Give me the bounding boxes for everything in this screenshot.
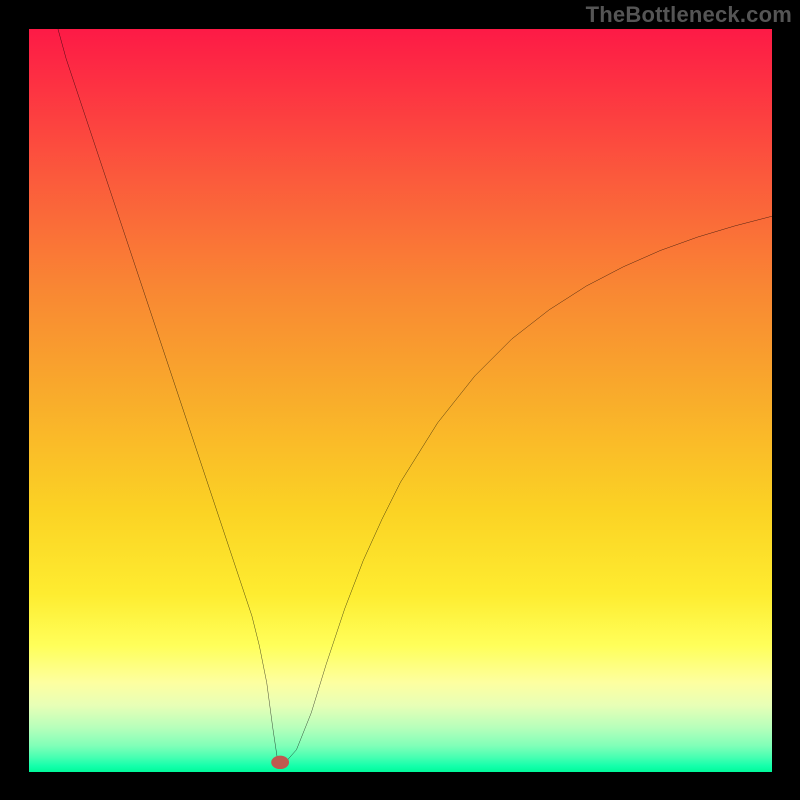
bottleneck-curve <box>58 29 772 762</box>
bottleneck-curve-svg <box>29 29 772 772</box>
chart-frame: TheBottleneck.com <box>0 0 800 800</box>
plot-area <box>29 29 772 772</box>
watermark-text: TheBottleneck.com <box>586 2 792 28</box>
balance-marker <box>271 756 289 769</box>
